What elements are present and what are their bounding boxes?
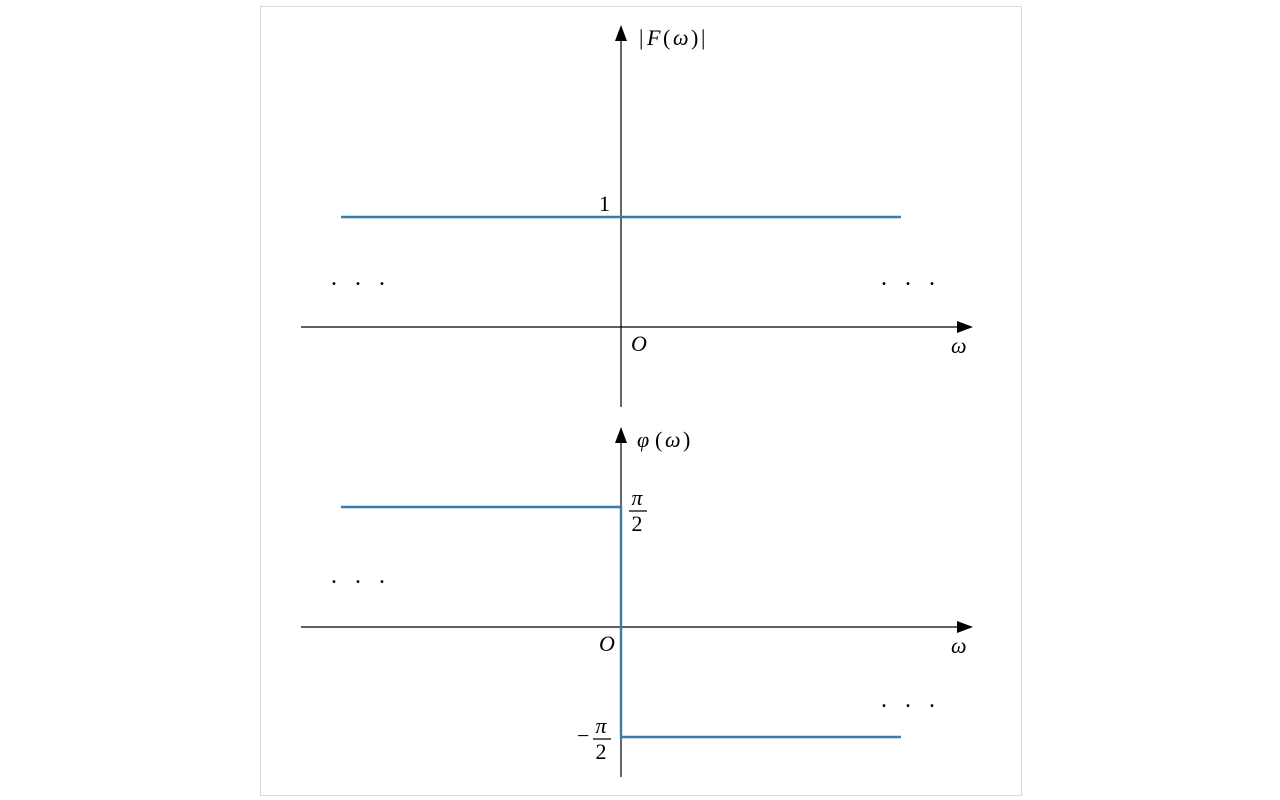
omega-bot-y: ω (665, 427, 681, 452)
frac-pi-neg: π (595, 713, 607, 738)
abs-bar-left: | (639, 25, 643, 50)
dots-top-left: . . . (331, 265, 391, 291)
tick-1: 1 (599, 191, 610, 216)
paren-open-top: ( (663, 25, 670, 50)
y-axis-label-top: | F ( ω ) | (639, 25, 705, 50)
frac-pi-pos: π (631, 485, 643, 510)
magnitude-plot: | F ( ω ) | 1 O ω . . . . . . (301, 25, 973, 407)
x-label-top: ω (951, 333, 967, 358)
x-axis-bot-arrow (957, 621, 973, 633)
x-axis-top-arrow (957, 321, 973, 333)
diagram-svg: | F ( ω ) | 1 O ω . . . . . . (261, 7, 1021, 795)
y-axis-label-bot: φ ( ω ) (637, 427, 690, 452)
phi-letter: φ (637, 427, 649, 452)
tick-pi-over-2-neg: − π 2 (577, 713, 611, 764)
frac-2-pos: 2 (632, 511, 643, 536)
dots-bot-right: . . . (881, 687, 941, 713)
minus-sign: − (577, 723, 589, 748)
paren-close-top: ) (691, 25, 698, 50)
paren-open-bot: ( (655, 427, 662, 452)
omega-top-y: ω (673, 25, 689, 50)
phase-curve (341, 507, 901, 737)
y-axis-bot-arrow (615, 427, 627, 443)
diagram-frame: | F ( ω ) | 1 O ω . . . . . . (260, 6, 1022, 796)
frac-2-neg: 2 (596, 739, 607, 764)
y-axis-top-arrow (615, 25, 627, 41)
origin-top: O (631, 331, 647, 356)
paren-close-bot: ) (683, 427, 690, 452)
tick-pi-over-2-pos: π 2 (629, 485, 647, 536)
dots-top-right: . . . (881, 265, 941, 291)
phase-plot: φ ( ω ) π 2 − π 2 O ω . . (301, 427, 973, 777)
abs-bar-right: | (701, 25, 705, 50)
dots-bot-left: . . . (331, 563, 391, 589)
x-label-bot: ω (951, 633, 967, 658)
origin-bot: O (599, 631, 615, 656)
F-letter: F (646, 25, 661, 50)
